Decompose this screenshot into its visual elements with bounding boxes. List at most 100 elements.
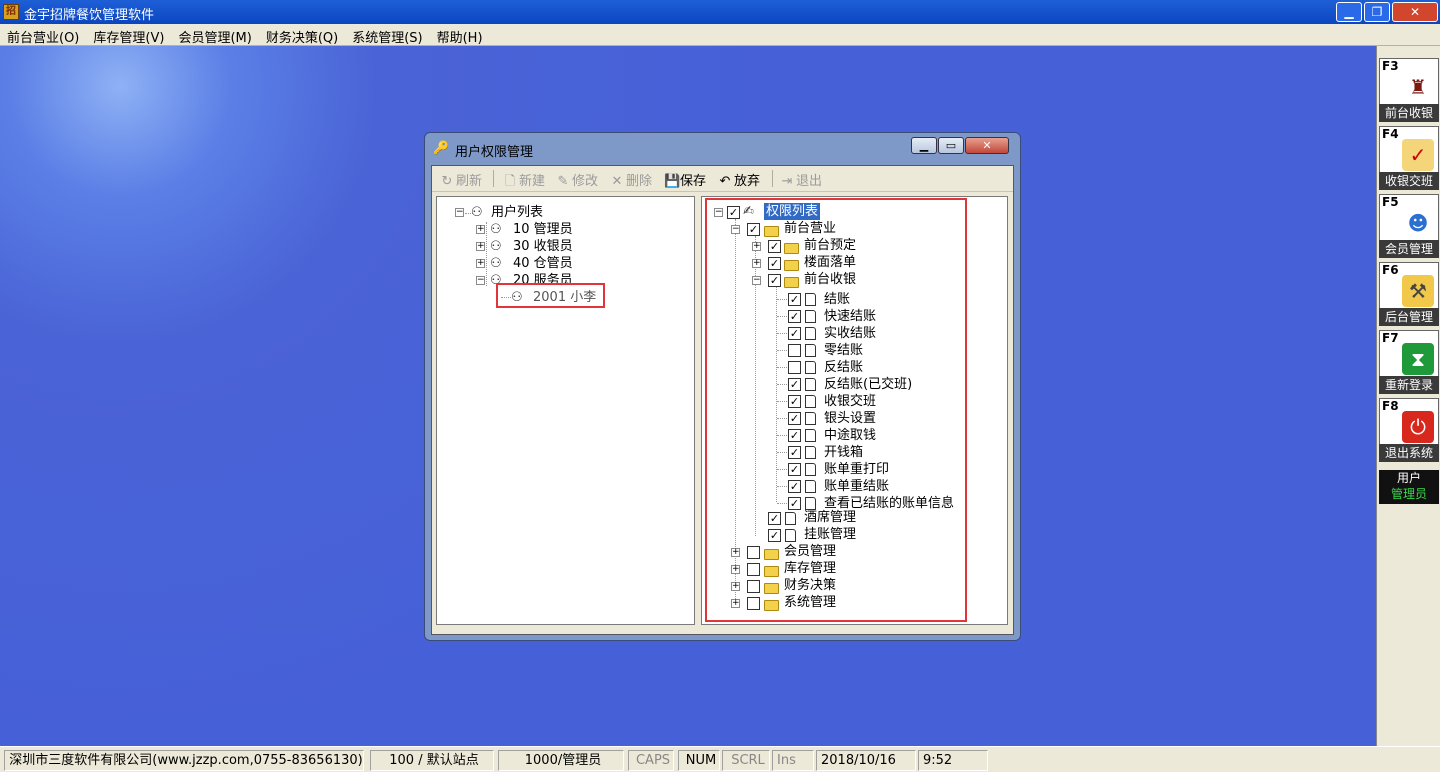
dining-table-icon: ♜ — [1409, 75, 1427, 99]
perm-checkbox[interactable]: ✓ — [768, 240, 781, 253]
perm-item[interactable]: 反结账(已交班) — [824, 376, 912, 393]
document-icon — [805, 361, 816, 374]
perm-checkbox[interactable]: ✓ — [768, 257, 781, 270]
document-icon — [805, 463, 816, 476]
perm-checkbox[interactable]: ✓ — [788, 480, 801, 493]
perm-checkbox[interactable] — [747, 580, 760, 593]
perm-item[interactable]: 银头设置 — [824, 410, 876, 427]
perm-item[interactable]: 收银交班 — [824, 393, 876, 410]
perm-checkbox[interactable]: ✓ — [788, 395, 801, 408]
new-button[interactable]: 🗋 新建 — [503, 170, 545, 194]
discard-button[interactable]: ↶ 放弃 — [718, 170, 760, 189]
perm-root-checkbox[interactable]: ✓ — [727, 206, 740, 219]
document-icon — [805, 310, 816, 323]
perm-item[interactable]: 实收结账 — [824, 325, 876, 342]
perm-item[interactable]: 挂账管理 — [804, 526, 856, 543]
group-expand-icon[interactable]: + — [476, 225, 485, 234]
minimize-button[interactable]: ▁ — [1336, 2, 1362, 22]
perm-item[interactable]: 反结账 — [824, 359, 863, 376]
perm-item[interactable]: 快速结账 — [824, 308, 876, 325]
f6-label: 后台管理 — [1379, 308, 1439, 326]
perm-item[interactable]: 开钱箱 — [824, 444, 863, 461]
perm-checkbox[interactable]: ✓ — [788, 310, 801, 323]
node-expand-icon[interactable]: + — [731, 565, 740, 574]
restore-button[interactable]: ❐ — [1364, 2, 1390, 22]
perm-checkbox[interactable] — [747, 546, 760, 559]
perm-item[interactable]: 前台预定 — [804, 237, 856, 254]
group-warehouse[interactable]: 40 仓管员 — [513, 255, 573, 272]
menu-bar: 前台营业(O) 库存管理(V) 会员管理(M) 财务决策(Q) 系统管理(S) 帮助(H) — [0, 24, 1440, 46]
f8-button[interactable]: F8 ⏻ — [1379, 398, 1439, 448]
perm-checkbox[interactable] — [747, 563, 760, 576]
perm-checkbox[interactable] — [747, 597, 760, 610]
node-expand-icon[interactable]: + — [731, 582, 740, 591]
permission-tree-pane[interactable]: − ✓ ✍ 权限列表 − ✓ 前台营业 + ✓ 前台预定 + ✓ 楼面落单 − … — [701, 196, 1008, 625]
f5-button[interactable]: F5 ☻ — [1379, 194, 1439, 244]
dialog-maximize-button[interactable]: ▭ — [938, 137, 964, 154]
exit-icon: ⇥ — [781, 174, 793, 189]
perm-checkbox[interactable]: ✓ — [788, 378, 801, 391]
node-expand-icon[interactable]: + — [752, 242, 761, 251]
node-expand-icon[interactable]: + — [752, 259, 761, 268]
node-expand-icon[interactable]: + — [731, 548, 740, 557]
edit-button[interactable]: ✎ 修改 — [556, 170, 598, 189]
perm-group[interactable]: 会员管理 — [784, 543, 836, 560]
perm-item[interactable]: 账单重结账 — [824, 478, 889, 495]
perm-checkbox[interactable]: ✓ — [788, 412, 801, 425]
perm-item[interactable]: 前台收银 — [804, 271, 856, 288]
document-icon — [805, 429, 816, 442]
perm-item[interactable]: 酒席管理 — [804, 509, 856, 526]
refresh-icon: ↻ — [441, 174, 453, 189]
perm-checkbox[interactable]: ✓ — [788, 293, 801, 306]
perm-checkbox[interactable]: ✓ — [788, 463, 801, 476]
document-icon — [805, 293, 816, 306]
f7-button[interactable]: F7 ⧗ — [1379, 330, 1439, 380]
document-icon — [785, 529, 796, 542]
perm-checkbox[interactable]: ✓ — [768, 529, 781, 542]
perm-item[interactable]: 结账 — [824, 291, 850, 308]
perm-group[interactable]: 财务决策 — [784, 577, 836, 594]
perm-root-collapse-icon[interactable]: − — [714, 208, 723, 217]
group-admin[interactable]: 10 管理员 — [513, 221, 573, 238]
perm-checkbox[interactable]: ✓ — [788, 429, 801, 442]
group-collapse-icon[interactable]: − — [476, 276, 485, 285]
delete-button[interactable]: ✕ 删除 — [610, 170, 652, 189]
front-desk-collapse-icon[interactable]: − — [731, 225, 740, 234]
perm-checkbox[interactable]: ✓ — [788, 446, 801, 459]
front-desk-checkbox[interactable]: ✓ — [747, 223, 760, 236]
dialog-minimize-button[interactable]: ▁ — [911, 137, 937, 154]
refresh-button[interactable]: ↻ 刷新 — [440, 170, 482, 189]
perm-checkbox[interactable] — [788, 361, 801, 374]
perm-front-desk[interactable]: 前台营业 — [784, 220, 836, 237]
user-tree-root[interactable]: 用户列表 — [491, 204, 543, 221]
perm-item[interactable]: 楼面落单 — [804, 254, 856, 271]
f4-button[interactable]: F4 ✓ — [1379, 126, 1439, 176]
perm-item[interactable]: 账单重打印 — [824, 461, 889, 478]
perm-group[interactable]: 库存管理 — [784, 560, 836, 577]
perm-checkbox[interactable]: ✓ — [768, 512, 781, 525]
exit-button[interactable]: ⇥ 退出 — [780, 170, 822, 189]
perm-checkbox[interactable]: ✓ — [768, 274, 781, 287]
f5-label: 会员管理 — [1379, 240, 1439, 258]
user-tree-pane[interactable]: − ⚇ 用户列表 + ⚇ 10 管理员 + ⚇ 30 收银员 + ⚇ 40 仓管… — [436, 196, 695, 625]
group-expand-icon[interactable]: + — [476, 242, 485, 251]
perm-item[interactable]: 中途取钱 — [824, 427, 876, 444]
folder-icon — [784, 260, 799, 271]
perm-checkbox[interactable]: ✓ — [788, 497, 801, 510]
save-button[interactable]: 💾保存 — [664, 170, 706, 189]
document-icon — [805, 395, 816, 408]
user-root-collapse-icon[interactable]: − — [455, 208, 464, 217]
perm-tree-root[interactable]: 权限列表 — [764, 203, 821, 220]
close-button[interactable]: ✕ — [1392, 2, 1438, 22]
group-cashier[interactable]: 30 收银员 — [513, 238, 573, 255]
perm-group[interactable]: 系统管理 — [784, 594, 836, 611]
group-expand-icon[interactable]: + — [476, 259, 485, 268]
node-collapse-icon[interactable]: − — [752, 276, 761, 285]
f3-button[interactable]: F3 ♜ — [1379, 58, 1439, 108]
perm-checkbox[interactable]: ✓ — [788, 327, 801, 340]
node-expand-icon[interactable]: + — [731, 599, 740, 608]
dialog-close-button[interactable]: ✕ — [965, 137, 1009, 154]
perm-item[interactable]: 零结账 — [824, 342, 863, 359]
perm-checkbox[interactable] — [788, 344, 801, 357]
f6-button[interactable]: F6 ⚒ — [1379, 262, 1439, 312]
